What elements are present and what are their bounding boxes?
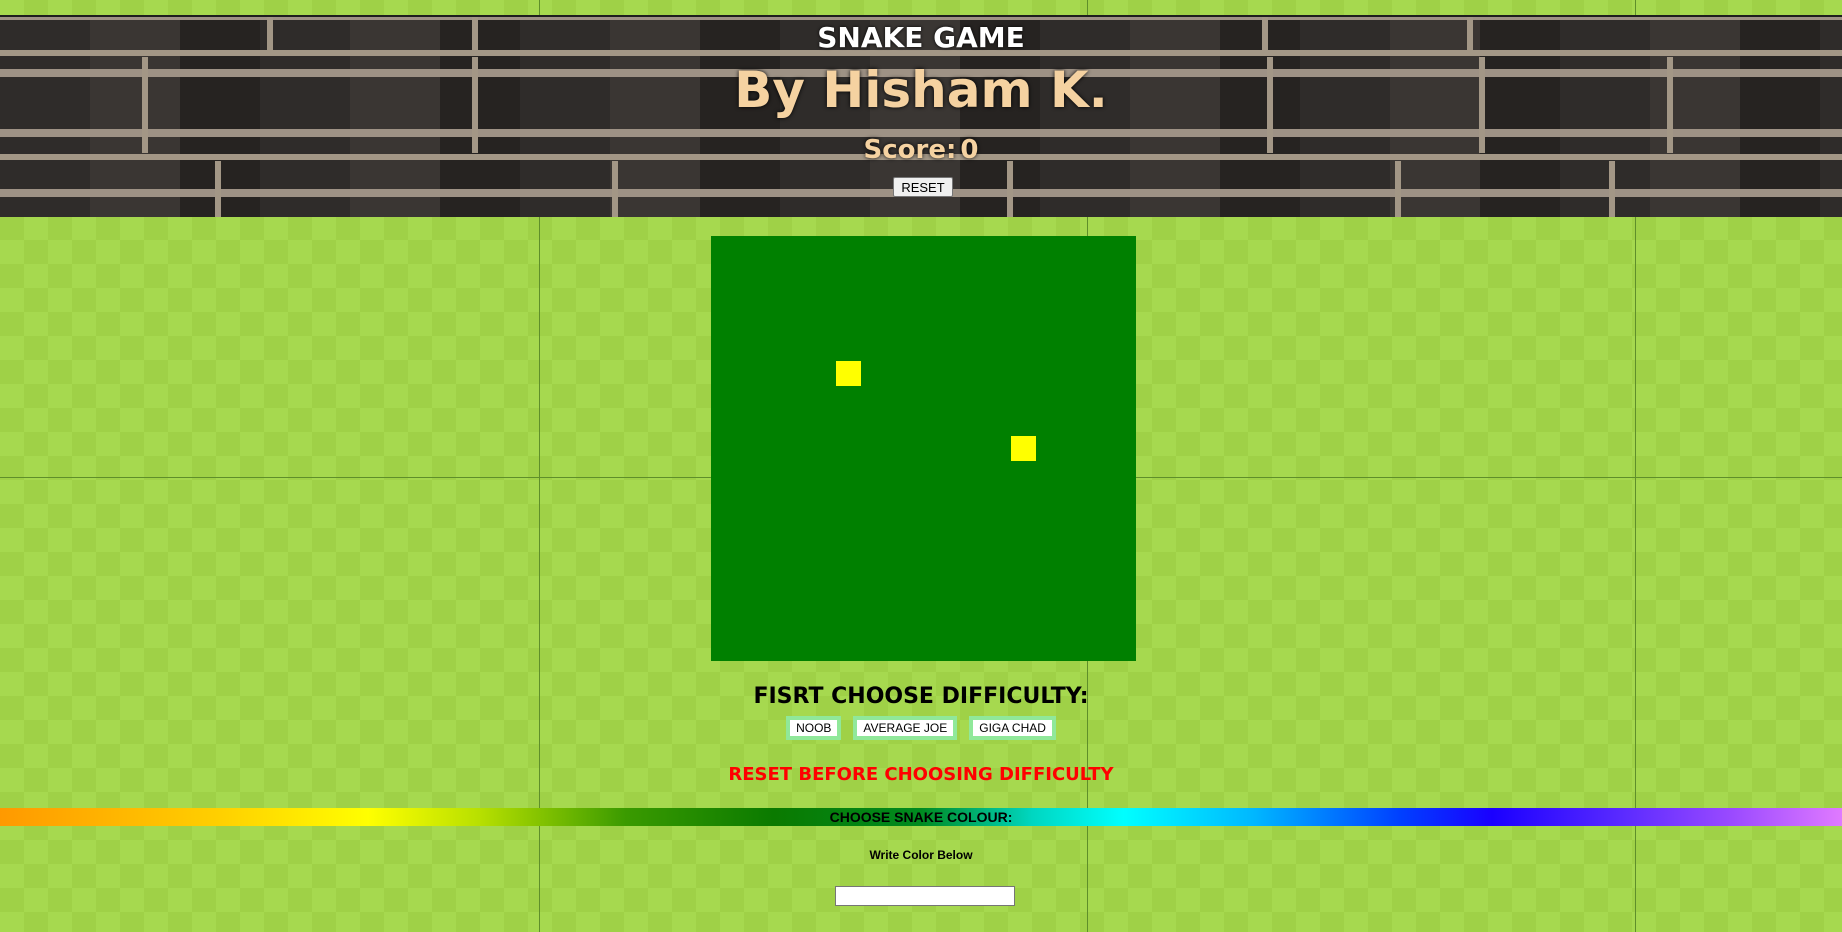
score-display: Score: 0 (0, 135, 1842, 165)
score-value: 0 (960, 135, 979, 165)
reset-warning: RESET BEFORE CHOOSING DIFFICULTY (728, 764, 1114, 785)
difficulty-buttons: NOOB AVERAGE JOE GIGA CHAD (0, 716, 1842, 740)
difficulty-title: FISRT CHOOSE DIFFICULTY: (753, 684, 1089, 709)
difficulty-noob-button[interactable]: NOOB (786, 716, 842, 740)
game-board[interactable] (711, 236, 1136, 661)
author-title: By Hisham K. (734, 61, 1108, 119)
snake-colour-input[interactable] (835, 886, 1015, 906)
snake-head-square (1011, 436, 1036, 461)
difficulty-average-joe-button[interactable]: AVERAGE JOE (853, 716, 958, 740)
choose-colour-label: CHOOSE SNAKE COLOUR: (829, 809, 1013, 825)
colour-hint: Write Color Below (869, 848, 973, 862)
game-title: SNAKE GAME (817, 21, 1025, 54)
reset-button[interactable]: RESET (893, 177, 953, 197)
colour-rainbow-bar: CHOOSE SNAKE COLOUR: (0, 808, 1842, 826)
score-label: Score: (863, 135, 957, 165)
food-square (836, 361, 861, 386)
difficulty-giga-chad-button[interactable]: GIGA CHAD (969, 716, 1056, 740)
